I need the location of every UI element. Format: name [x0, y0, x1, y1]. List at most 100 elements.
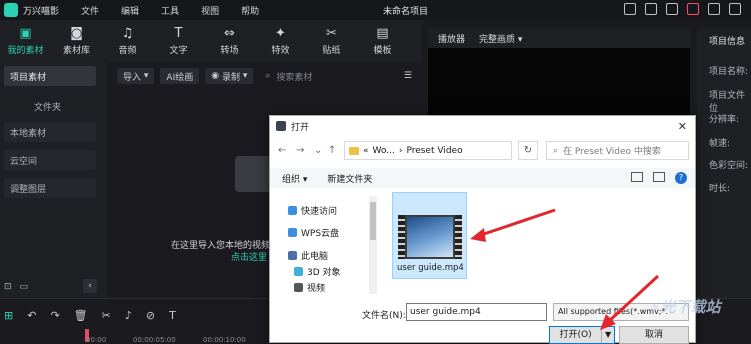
folder-outline-icon[interactable]: ▭	[20, 282, 29, 292]
up-arrow-icon[interactable]: ↑	[328, 145, 336, 156]
ai-paint-button[interactable]: AI绘画	[160, 68, 200, 84]
player-header: 播放器 完整画质 ▾	[428, 28, 690, 48]
video-frame-image	[407, 217, 453, 257]
cart-icon[interactable]	[687, 3, 699, 15]
back-arrow-icon[interactable]: ←	[278, 145, 286, 156]
breadcrumb-preset-video[interactable]: Preset Video	[406, 146, 462, 156]
delete-icon[interactable]: 🗑	[74, 309, 88, 322]
minimize-icon[interactable]	[708, 3, 720, 15]
text-tool-icon[interactable]: T	[169, 309, 176, 322]
film-icon	[294, 283, 303, 292]
project-info-title: 项目信息	[709, 37, 746, 47]
maximize-icon[interactable]	[729, 3, 741, 15]
menu-file[interactable]: 文件	[81, 4, 99, 17]
music-icon: ♫	[121, 25, 134, 41]
nav-item-3d-objects[interactable]: 3D 对象	[294, 265, 341, 278]
app-logo-icon	[4, 3, 18, 17]
tool-templates[interactable]: ▤ 模板	[357, 20, 408, 62]
navigation-pane: 快速访问 WPS云盘 此电脑 3D 对象 视频	[270, 196, 380, 294]
filename-label: 文件名(N):	[362, 311, 406, 321]
info-label: 分辨率:	[709, 115, 740, 125]
app-name: 万兴喵影	[23, 6, 60, 17]
breadcrumb-wo[interactable]: Wo...	[373, 146, 395, 156]
tool-my-media[interactable]: ▣ 我的素材	[0, 20, 51, 62]
undo-icon[interactable]: ↶	[27, 309, 36, 322]
tool-text[interactable]: T 文字	[153, 20, 204, 62]
filename-input[interactable]: user guide.mp4	[406, 303, 547, 321]
import-button[interactable]: 导入 ▾	[117, 68, 155, 84]
forward-arrow-icon[interactable]: →	[296, 145, 304, 156]
tool-transition[interactable]: ⇔ 转场	[204, 20, 255, 62]
record-button[interactable]: ◉ 录制 ▾	[205, 68, 254, 84]
tool-library[interactable]: ◙ 素材库	[51, 20, 102, 62]
video-thumbnail	[398, 215, 462, 259]
transition-icon: ⇔	[224, 25, 235, 41]
media-search-input[interactable]: 搜索素材	[276, 70, 312, 83]
breadcrumb-overflow[interactable]: «	[363, 146, 369, 156]
info-label: 色彩空间:	[709, 161, 749, 171]
nav-scrollbar-thumb[interactable]	[370, 202, 376, 240]
refresh-button[interactable]: ↻	[518, 141, 538, 160]
sidebar-item-project-media[interactable]: 项目素材	[4, 66, 96, 86]
breadcrumb-separator: ›	[398, 145, 403, 156]
save-icon[interactable]	[624, 3, 636, 15]
nav-item-videos[interactable]: 视频	[294, 281, 325, 294]
tool-stickers[interactable]: ✂ 贴纸	[306, 20, 357, 62]
menu-help[interactable]: 帮助	[241, 4, 259, 17]
title-bar: 万兴喵影 文件 编辑 工具 视图 帮助 未命名项目	[0, 0, 751, 20]
chevron-down-icon[interactable]: ▼	[601, 327, 614, 343]
sticker-icon: ✂	[326, 25, 337, 41]
search-icon: ⌕	[553, 145, 559, 156]
dialog-app-icon	[276, 121, 286, 131]
cube-icon	[294, 267, 303, 276]
folder-media-icon: ▣	[19, 25, 32, 41]
help-icon[interactable]: ?	[675, 172, 687, 184]
preview-pane-icon[interactable]	[653, 172, 665, 182]
audio-split-icon[interactable]: ♪	[125, 309, 132, 322]
open-button[interactable]: 打开(O) ▼	[549, 326, 615, 344]
menu-edit[interactable]: 编辑	[121, 4, 139, 17]
tool-effects[interactable]: ✦ 特效	[255, 20, 306, 62]
nav-item-wps-cloud[interactable]: WPS云盘	[288, 226, 339, 239]
media-toolbar: 导入 ▾ AI绘画 ◉ 录制 ▾ ⌕ 搜索素材 ☰	[107, 62, 422, 90]
file-item[interactable]: user guide.mp4	[392, 192, 467, 279]
collapse-sidebar-button[interactable]: ‹	[83, 279, 97, 293]
main-toolbar: ▣ 我的素材 ◙ 素材库 ♫ 音频 T 文字 ⇔ 转场 ✦ 特效 ✂ 贴纸 ▤ 模板	[0, 20, 422, 62]
menu-tools[interactable]: 工具	[161, 4, 179, 17]
sidebar-item-local-media[interactable]: 本地素材	[4, 122, 96, 142]
menu-view[interactable]: 视图	[201, 4, 219, 17]
filter-icon[interactable]: ☰	[404, 71, 412, 81]
info-label: 帧速:	[709, 139, 731, 149]
film-strip-right	[455, 215, 462, 259]
new-folder-icon[interactable]: ⊡	[4, 282, 12, 292]
tab-player[interactable]: 播放器	[438, 32, 465, 45]
organize-button[interactable]: 组织 ▾	[282, 172, 307, 185]
quality-dropdown[interactable]: 完整画质 ▾	[479, 32, 522, 45]
mask-icon[interactable]: ⊘	[146, 309, 155, 322]
address-bar[interactable]: « Wo... › Preset Video	[344, 141, 512, 160]
folder-icon	[349, 146, 359, 155]
nav-item-this-pc[interactable]: 此电脑	[288, 249, 328, 262]
new-folder-button[interactable]: 新建文件夹	[327, 172, 372, 185]
star-icon	[288, 206, 297, 215]
cut-icon[interactable]: ✂	[102, 309, 111, 322]
sidebar-item-cloud[interactable]: 云空间	[4, 150, 96, 170]
nav-item-quick-access[interactable]: 快速访问	[288, 204, 337, 217]
dialog-search-input[interactable]: ⌕ 在 Preset Video 中搜索	[546, 141, 689, 160]
document-title: 未命名项目	[383, 7, 429, 17]
info-label: 项目名称:	[709, 67, 749, 77]
sidebar-item-folder[interactable]: 文件夹	[34, 100, 61, 113]
tool-audio[interactable]: ♫ 音频	[102, 20, 153, 62]
grid-icon[interactable]: ⊞	[4, 309, 13, 322]
account-icon[interactable]	[666, 3, 678, 15]
chevron-down-icon[interactable]: ⌄	[314, 145, 322, 156]
sidebar-item-adjustment-layer[interactable]: 调整图层	[4, 178, 96, 198]
cancel-button[interactable]: 取消	[619, 326, 689, 344]
file-name: user guide.mp4	[397, 263, 464, 273]
dialog-title: 打开	[291, 122, 310, 133]
view-options-icon[interactable]	[631, 172, 643, 182]
import-link[interactable]: 点击这里	[231, 250, 267, 263]
redo-icon[interactable]: ↷	[50, 309, 59, 322]
close-icon[interactable]: ✕	[678, 120, 687, 133]
export-icon[interactable]	[645, 3, 657, 15]
